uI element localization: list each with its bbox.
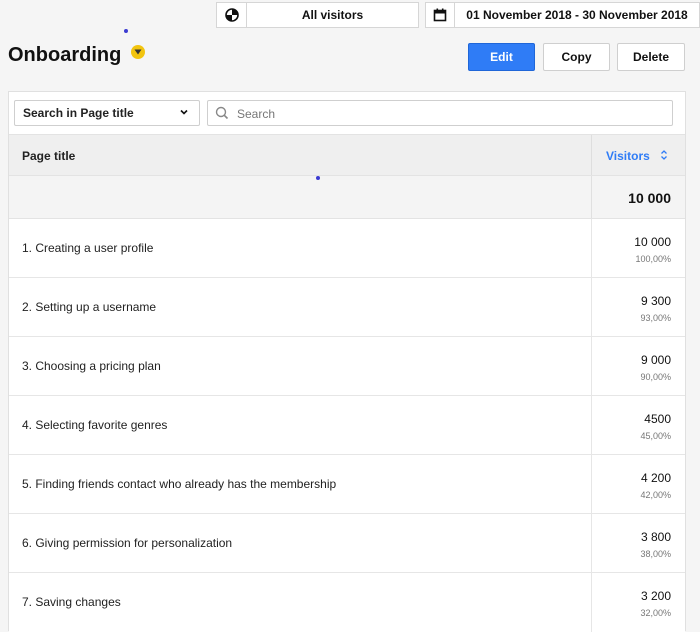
row-visitors-value: 9 000 <box>640 353 671 367</box>
column-divider <box>591 219 592 277</box>
search-icon <box>215 106 229 120</box>
row-visitors-value: 4500 <box>644 412 671 426</box>
row-page-title: 1. Creating a user profile <box>22 241 154 255</box>
row-visitors-percent: 100,00% <box>635 254 671 264</box>
table-row[interactable]: 4. Selecting favorite genres 4500 45,00% <box>9 396 685 455</box>
edit-button[interactable]: Edit <box>468 43 535 71</box>
table-header: Page title Visitors <box>9 134 685 176</box>
column-divider <box>591 337 592 395</box>
segment-label: All visitors <box>301 8 364 22</box>
row-visitors-percent: 45,00% <box>640 431 671 441</box>
page-title: Onboarding <box>8 44 122 66</box>
table-row[interactable]: 5. Finding friends contact who already h… <box>9 455 685 514</box>
row-visitors-percent: 93,00% <box>640 313 671 323</box>
calendar-icon <box>433 8 447 22</box>
row-visitors-value: 4 200 <box>640 471 671 485</box>
row-visitors-percent: 42,00% <box>640 490 671 500</box>
column-divider <box>591 176 592 218</box>
column-divider <box>591 278 592 336</box>
row-page-title: 7. Saving changes <box>22 595 121 609</box>
table-row[interactable]: 6. Giving permission for personalization… <box>9 514 685 573</box>
row-visitors-value: 9 300 <box>640 294 671 308</box>
chevron-down-icon <box>180 109 188 115</box>
column-divider <box>591 573 592 632</box>
table-row[interactable]: 7. Saving changes 3 200 32,00% <box>9 573 685 632</box>
row-page-title: 2. Setting up a username <box>22 300 157 314</box>
total-row: 10 000 <box>9 176 685 219</box>
column-header-visitors[interactable]: Visitors <box>606 149 650 163</box>
row-page-title: 3. Choosing a pricing plan <box>22 359 161 373</box>
date-range-selector[interactable]: 01 November 2018 - 30 November 2018 <box>454 2 700 28</box>
row-page-title: 5. Finding friends contact who already h… <box>22 477 337 491</box>
table-row[interactable]: 1. Creating a user profile 10 000 100,00… <box>9 219 685 278</box>
row-visitors-value: 10 000 <box>634 235 671 249</box>
triangle-down-icon <box>134 49 142 55</box>
filter-bar: Search in Page title <box>9 92 685 134</box>
segment-pie-button[interactable] <box>216 2 247 28</box>
marker-dot <box>124 29 128 33</box>
table-row[interactable]: 2. Setting up a username 9 300 93,00% <box>9 278 685 337</box>
search-box <box>207 100 673 126</box>
delete-button[interactable]: Delete <box>617 43 685 71</box>
column-divider <box>591 135 592 175</box>
table-row[interactable]: 3. Choosing a pricing plan 9 000 90,00% <box>9 337 685 396</box>
pie-chart-icon <box>224 8 239 22</box>
column-header-page-title: Page title <box>22 149 76 163</box>
row-visitors-value: 3 200 <box>640 589 671 603</box>
segment-selector[interactable]: All visitors <box>246 2 419 28</box>
top-bar: All visitors 01 November 2018 - 30 Novem… <box>0 0 700 32</box>
total-visitors: 10 000 <box>628 190 671 206</box>
date-range-label: 01 November 2018 - 30 November 2018 <box>466 8 688 22</box>
row-visitors-percent: 90,00% <box>640 372 671 382</box>
search-input[interactable] <box>235 103 659 125</box>
row-visitors-percent: 38,00% <box>640 549 671 559</box>
column-divider <box>591 455 592 513</box>
search-field-select[interactable]: Search in Page title <box>14 100 200 126</box>
row-visitors-percent: 32,00% <box>640 608 671 618</box>
row-visitors-value: 3 800 <box>640 530 671 544</box>
copy-button[interactable]: Copy <box>543 43 610 71</box>
calendar-button[interactable] <box>425 2 455 28</box>
row-page-title: 4. Selecting favorite genres <box>22 418 168 432</box>
search-field-select-label: Search in Page title <box>23 106 134 120</box>
dropdown-badge-icon[interactable] <box>131 45 145 59</box>
marker-dot <box>316 176 320 180</box>
sort-icon[interactable] <box>660 150 668 160</box>
report-panel: Search in Page title Page title Visitors… <box>8 91 686 632</box>
column-divider <box>591 396 592 454</box>
column-divider <box>591 514 592 572</box>
row-page-title: 6. Giving permission for personalization <box>22 536 233 550</box>
